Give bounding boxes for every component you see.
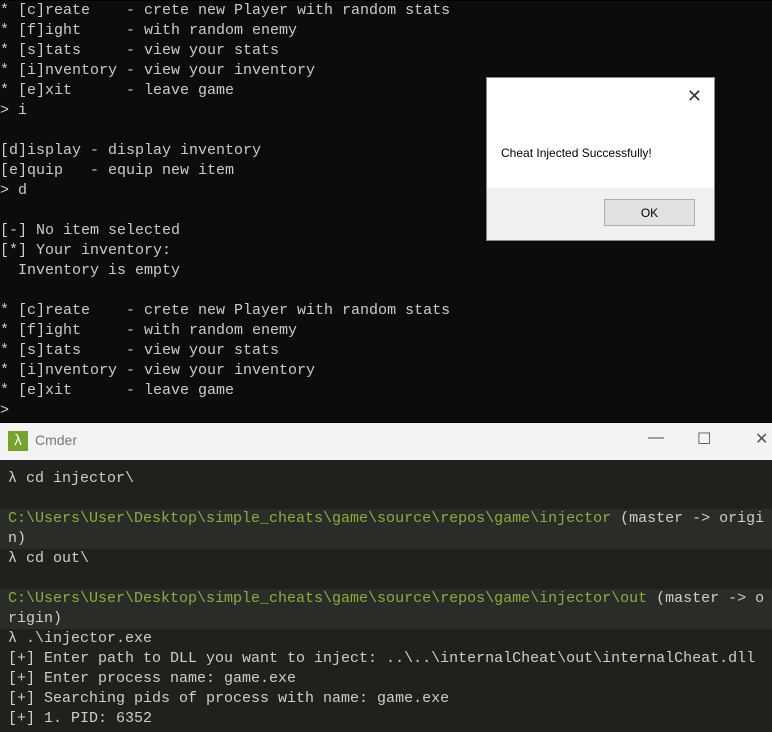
- console-line: * [f]ight - with random enemy: [0, 22, 298, 39]
- ok-button[interactable]: OK: [604, 199, 695, 226]
- prompt-path-line: C:\Users\User\Desktop\simple_cheats\game…: [0, 589, 772, 609]
- window-title: Cmder: [35, 432, 78, 448]
- terminal-line: [+] Enter process name: game.exe: [8, 670, 297, 687]
- console-line: [*] Your inventory:: [0, 242, 172, 259]
- prompt-path: C:\Users\User\Desktop\simple_cheats\game…: [8, 590, 648, 607]
- console-line: * [i]nventory - view your inventory: [0, 362, 316, 379]
- close-button[interactable]: ✕: [755, 429, 768, 449]
- terminal-line: [+] Searching pids of process with name:…: [8, 690, 450, 707]
- dialog-close-button[interactable]: ✕: [687, 86, 702, 107]
- console-line: * [s]tats - view your stats: [0, 342, 280, 359]
- terminal-line: n): [0, 529, 772, 549]
- cmder-terminal[interactable]: λ cd injector\ C:\Users\User\Desktop\simp…: [0, 460, 772, 729]
- prompt-path: C:\Users\User\Desktop\simple_cheats\game…: [8, 510, 612, 527]
- cmder-window: λ Cmder — ☐ ✕ λ cd injector\ C:\Users\Use…: [0, 423, 772, 732]
- console-line: >: [0, 402, 10, 419]
- dialog-footer: OK: [487, 188, 714, 240]
- terminal-line: λ cd out\: [8, 550, 90, 567]
- console-line: Inventory is empty: [0, 262, 181, 279]
- minimize-button[interactable]: —: [648, 429, 664, 447]
- prompt-path-line: C:\Users\User\Desktop\simple_cheats\game…: [0, 509, 772, 529]
- console-line: * [e]xit - leave game: [0, 382, 235, 399]
- dialog-message: Cheat Injected Successfully!: [501, 146, 652, 160]
- terminal-line: λ cd injector\: [8, 470, 135, 487]
- console-line: * [f]ight - with random enemy: [0, 322, 298, 339]
- terminal-line: [+] Enter path to DLL you want to inject…: [8, 650, 756, 667]
- maximize-button[interactable]: ☐: [697, 429, 711, 449]
- title-bar[interactable]: λ Cmder — ☐ ✕: [0, 423, 772, 460]
- cmder-logo-icon: λ: [8, 431, 28, 451]
- console-line: * [c]reate - crete new Player with rando…: [0, 302, 451, 319]
- message-dialog: ✕ Cheat Injected Successfully! OK: [486, 77, 715, 241]
- git-branch: (master -> o: [647, 590, 765, 607]
- git-branch: (master -> origi: [611, 510, 765, 527]
- terminal-line: rigin): [0, 609, 772, 629]
- terminal-line: [+] 1. PID: 6352: [8, 710, 153, 727]
- console-line: * [s]tats - view your stats: [0, 42, 280, 59]
- console-line: * [c]reate - crete new Player with rando…: [0, 2, 451, 19]
- terminal-line: λ .\injector.exe: [8, 630, 153, 647]
